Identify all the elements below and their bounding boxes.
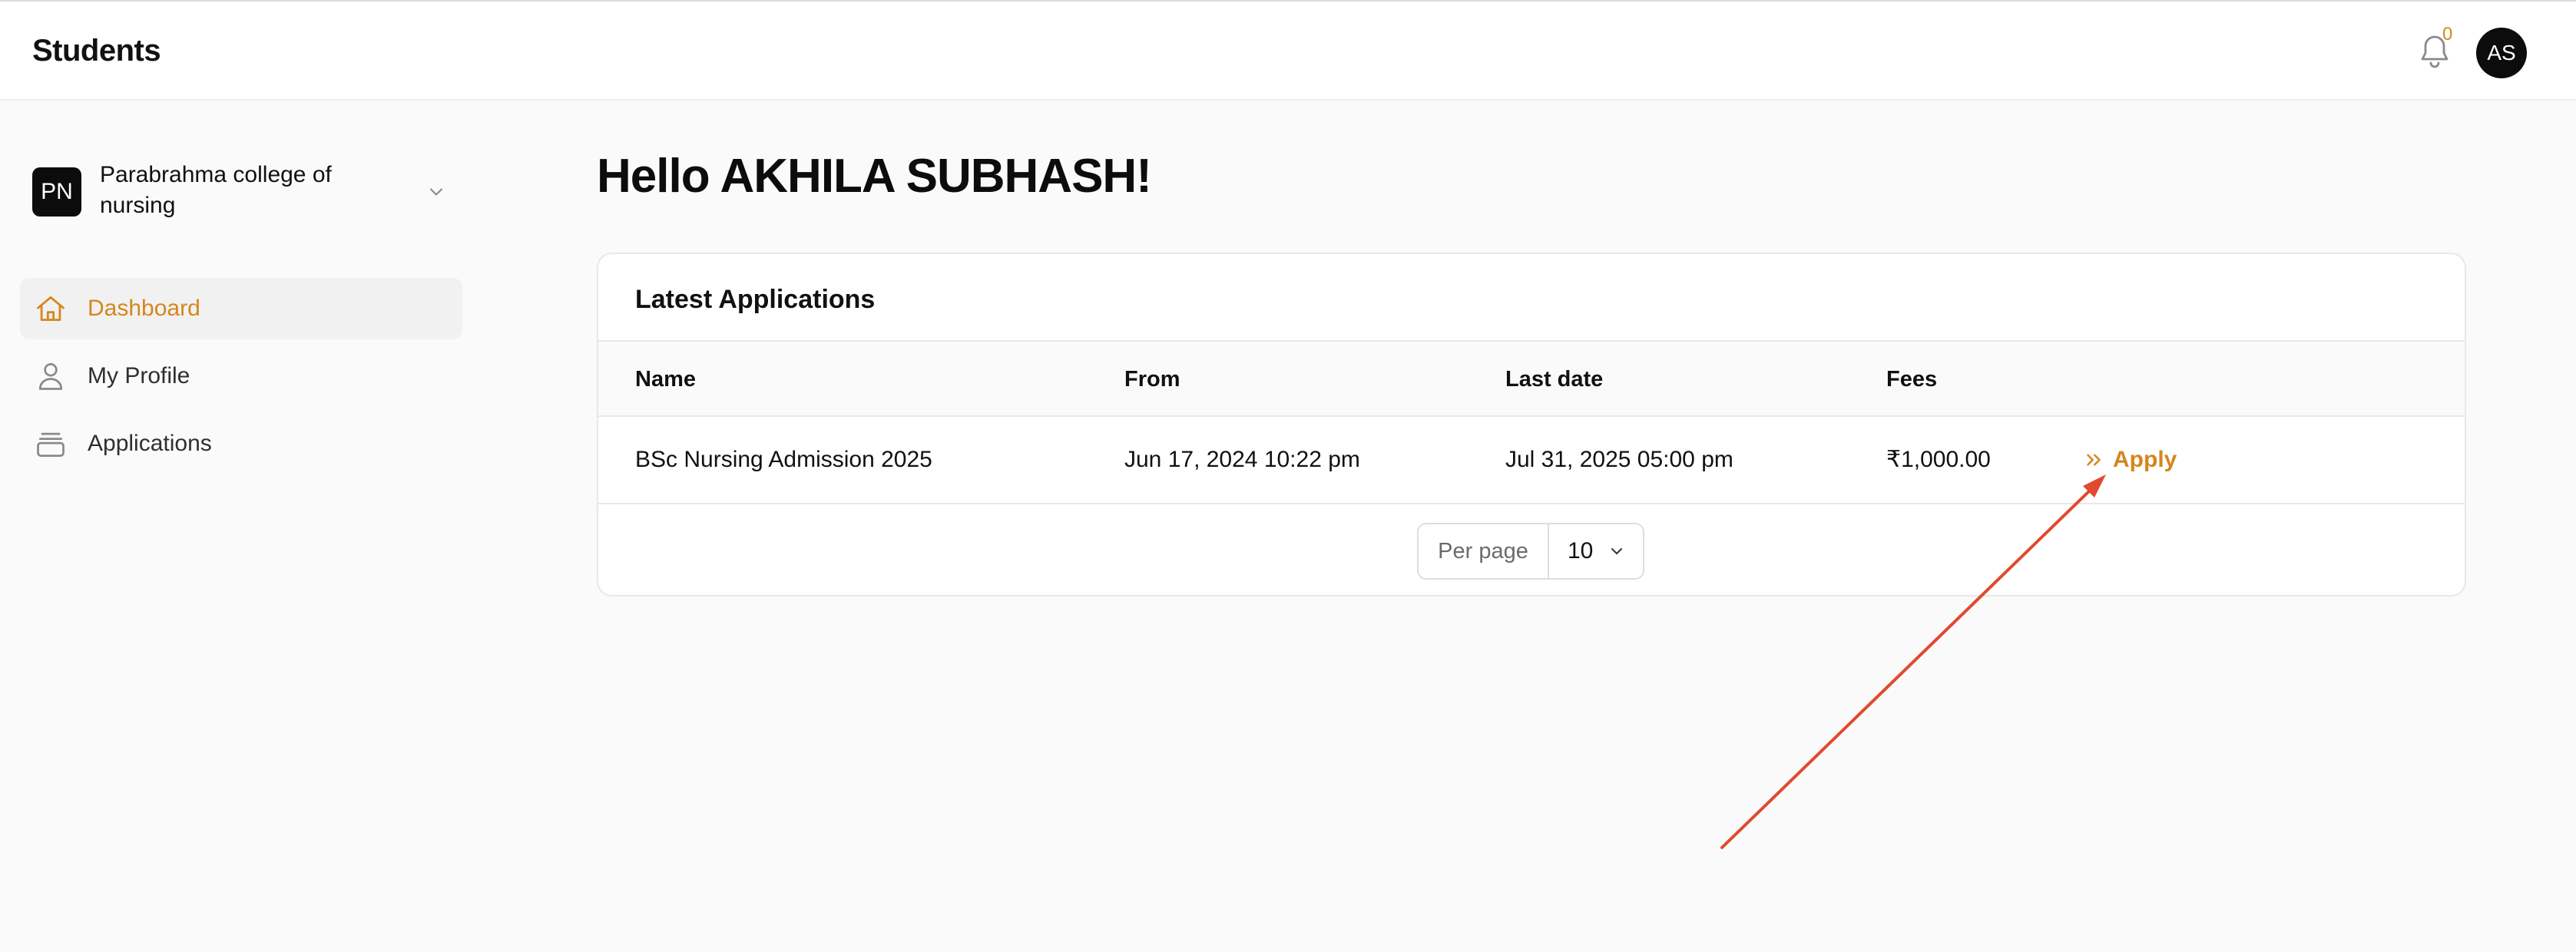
page-greeting: Hello AKHILA SUBHASH! [597, 150, 1152, 203]
sidebar-item-dashboard[interactable]: Dashboard [20, 278, 462, 339]
per-page-label: Per page [1419, 524, 1549, 578]
table-header: Name From Last date Fees [598, 340, 2465, 417]
apply-button[interactable]: Apply [2082, 443, 2177, 477]
organization-switcher[interactable]: PN Parabrahma college of nursing [20, 154, 458, 235]
cell-name: BSc Nursing Admission 2025 [635, 447, 932, 472]
column-header-last-date: Last date [1505, 367, 1604, 392]
per-page-select[interactable]: 10 [1549, 524, 1643, 578]
sidebar-item-my-profile[interactable]: My Profile [20, 345, 462, 407]
top-bar: Students 0 AS [0, 0, 2576, 101]
apply-label: Apply [2113, 447, 2177, 472]
notification-count-badge: 0 [2442, 24, 2453, 45]
card-title: Latest Applications [635, 285, 876, 314]
app-title: Students [32, 34, 161, 68]
chevron-down-icon [1611, 548, 1622, 554]
organization-logo: PN [32, 167, 81, 217]
cell-fees: ₹1,000.00 [1886, 447, 1991, 472]
organization-name: Parabrahma college of nursing [100, 162, 332, 218]
column-header-name: Name [635, 367, 696, 392]
sidebar-item-applications[interactable]: Applications [20, 413, 462, 474]
pagination-per-page: Per page 10 [1417, 523, 1644, 580]
chevrons-right-icon [2082, 448, 2105, 471]
sidebar-item-label: Dashboard [88, 296, 200, 321]
column-header-fees: Fees [1886, 367, 1938, 392]
cell-from: Jun 17, 2024 10:22 pm [1124, 447, 1360, 472]
sidebar-item-label: My Profile [88, 363, 190, 388]
user-icon [34, 359, 68, 393]
per-page-value: 10 [1568, 538, 1594, 564]
latest-applications-card: Latest Applications Name From Last date … [597, 253, 2466, 597]
column-header-from: From [1124, 367, 1180, 392]
chevron-down-icon [429, 188, 443, 196]
archive-box-icon [34, 427, 68, 461]
home-icon [34, 292, 68, 326]
user-avatar[interactable]: AS [2476, 28, 2527, 78]
table-row: BSc Nursing Admission 2025 Jun 17, 2024 … [598, 417, 2465, 504]
sidebar-item-label: Applications [88, 431, 212, 456]
cell-last-date: Jul 31, 2025 05:00 pm [1505, 447, 1733, 472]
